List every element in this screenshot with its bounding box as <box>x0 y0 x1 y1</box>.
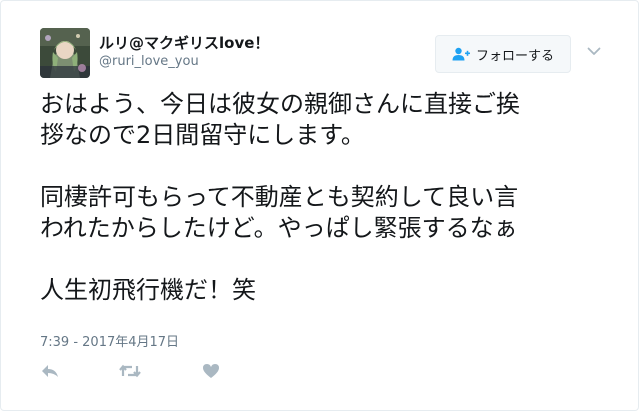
username[interactable]: @ruri_love_you <box>99 54 199 69</box>
avatar-image <box>40 28 90 78</box>
tweet-text: おはよう、今日は彼女の親御さんに直接ご挨 拶なので2日間留守にします。 同棲許可… <box>40 90 520 304</box>
retweet-icon[interactable] <box>119 361 141 381</box>
follow-button[interactable]: フォローする <box>435 35 571 73</box>
add-user-icon <box>452 47 470 61</box>
heart-icon[interactable] <box>200 361 222 381</box>
display-name[interactable]: ルリ@マクギリスlove！ <box>99 32 269 53</box>
tweet-card: ルリ@マクギリスlove！ @ruri_love_you フォローする おはよう… <box>0 0 639 411</box>
follow-button-label: フォローする <box>475 48 554 64</box>
chevron-down-icon[interactable] <box>586 45 602 57</box>
timestamp[interactable]: 7:39 - 2017年4月17日 <box>40 331 179 350</box>
avatar[interactable] <box>40 28 90 78</box>
reply-icon[interactable] <box>39 361 61 381</box>
